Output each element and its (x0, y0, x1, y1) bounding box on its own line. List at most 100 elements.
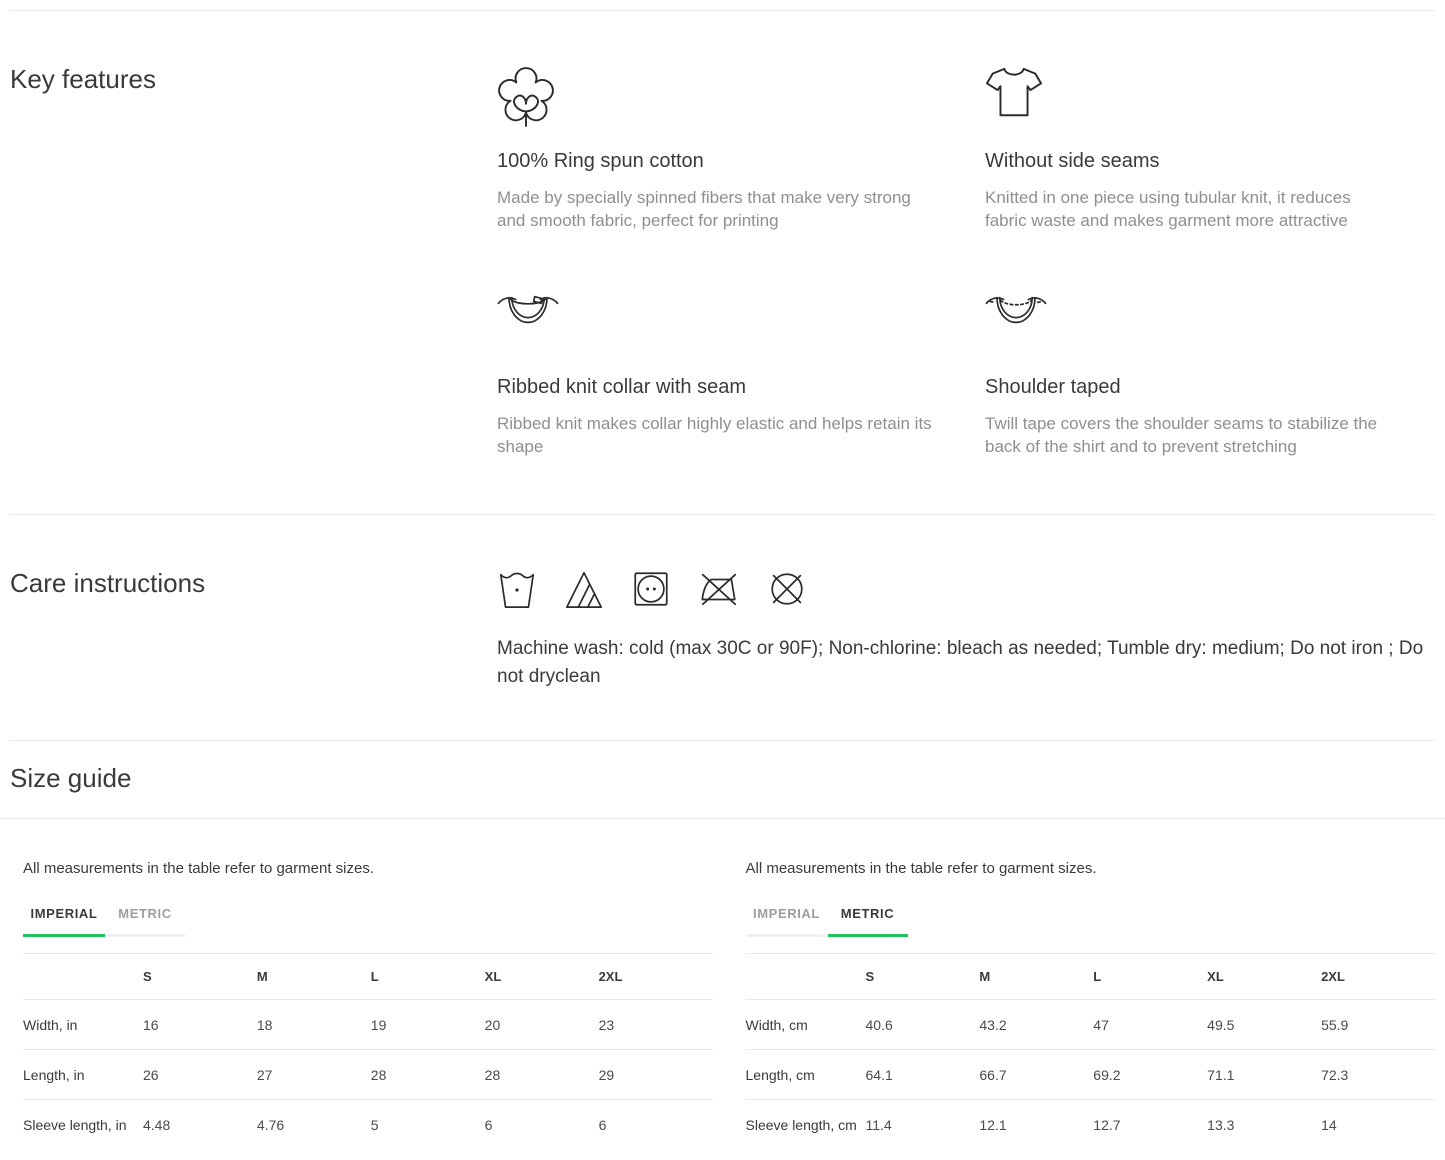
size-guide-title: Size guide (0, 741, 1445, 818)
feature-description: Knitted in one piece using tubular knit,… (985, 186, 1393, 232)
ribbed-collar-icon (497, 290, 933, 348)
table-header-row: S M L XL 2XL (746, 954, 1436, 1000)
feature-without-side-seams: Without side seams Knitted in one piece … (985, 64, 1445, 232)
cell: 20 (485, 1000, 599, 1050)
cell: 16 (143, 1000, 257, 1050)
shoulder-tape-icon (985, 290, 1393, 348)
cell: 4.48 (143, 1100, 257, 1150)
col-header: M (257, 954, 371, 1000)
care-instructions-content: Machine wash: cold (max 30C or 90F); Non… (497, 568, 1445, 691)
care-instructions-text: Machine wash: cold (max 30C or 90F); Non… (497, 635, 1445, 691)
col-header (746, 954, 866, 1000)
key-features-section: Key features 100% Ring spun cotton Made … (0, 11, 1445, 458)
cell: 26 (143, 1050, 257, 1100)
measurements-note: All measurements in the table refer to g… (746, 860, 1436, 877)
feature-ring-spun-cotton: 100% Ring spun cotton Made by specially … (497, 64, 985, 232)
col-header: M (979, 954, 1093, 1000)
feature-title: Ribbed knit collar with seam (497, 376, 933, 399)
row-label: Sleeve length, in (23, 1100, 143, 1150)
row-label: Width, in (23, 1000, 143, 1050)
care-icons-row (497, 568, 1445, 610)
cell: 12.7 (1093, 1100, 1207, 1150)
key-features-grid: 100% Ring spun cotton Made by specially … (497, 64, 1445, 458)
cell: 12.1 (979, 1100, 1093, 1150)
table-row: Length, in 26 27 28 28 29 (23, 1050, 713, 1100)
cell: 55.9 (1321, 1000, 1435, 1050)
col-header: S (866, 954, 980, 1000)
row-label: Width, cm (746, 1000, 866, 1050)
cell: 14 (1321, 1100, 1435, 1150)
col-header: L (1093, 954, 1207, 1000)
cell: 6 (485, 1100, 599, 1150)
product-details-page: Key features 100% Ring spun cotton Made … (0, 0, 1445, 1160)
tab-metric[interactable]: METRIC (828, 906, 908, 937)
col-header (23, 954, 143, 1000)
unit-tabs: IMPERIAL METRIC (23, 906, 713, 937)
feature-description: Ribbed knit makes collar highly elastic … (497, 412, 933, 458)
row-label: Length, in (23, 1050, 143, 1100)
cotton-icon (497, 64, 933, 122)
cell: 23 (599, 1000, 713, 1050)
measurements-note: All measurements in the table refer to g… (23, 860, 713, 877)
cell: 11.4 (866, 1100, 980, 1150)
cell: 5 (371, 1100, 485, 1150)
cell: 6 (599, 1100, 713, 1150)
table-row: Width, in 16 18 19 20 23 (23, 1000, 713, 1050)
col-header: 2XL (599, 954, 713, 1000)
cell: 28 (371, 1050, 485, 1100)
cell: 47 (1093, 1000, 1207, 1050)
do-not-iron-icon (698, 568, 740, 615)
feature-ribbed-collar: Ribbed knit collar with seam Ribbed knit… (497, 290, 985, 458)
table-row: Sleeve length, cm 11.4 12.1 12.7 13.3 14 (746, 1100, 1436, 1150)
feature-title: Without side seams (985, 150, 1393, 173)
cell: 69.2 (1093, 1050, 1207, 1100)
feature-title: 100% Ring spun cotton (497, 150, 933, 173)
care-instructions-section: Care instructions (0, 515, 1445, 691)
table-header-row: S M L XL 2XL (23, 954, 713, 1000)
care-instructions-title: Care instructions (0, 568, 497, 691)
table-row: Sleeve length, in 4.48 4.76 5 6 6 (23, 1100, 713, 1150)
row-label: Length, cm (746, 1050, 866, 1100)
cell: 29 (599, 1050, 713, 1100)
cell: 4.76 (257, 1100, 371, 1150)
cell: 49.5 (1207, 1000, 1321, 1050)
imperial-size-table: S M L XL 2XL Width, in 16 18 19 20 23 (23, 953, 713, 1150)
cell: 40.6 (866, 1000, 980, 1050)
col-header: 2XL (1321, 954, 1435, 1000)
feature-description: Twill tape covers the shoulder seams to … (985, 412, 1393, 458)
non-chlorine-bleach-icon (564, 568, 604, 615)
tumble-dry-icon (631, 568, 671, 615)
do-not-dryclean-icon (767, 568, 807, 615)
metric-table-panel: All measurements in the table refer to g… (723, 819, 1445, 1150)
table-row: Width, cm 40.6 43.2 47 49.5 55.9 (746, 1000, 1436, 1050)
cell: 43.2 (979, 1000, 1093, 1050)
cell: 28 (485, 1050, 599, 1100)
unit-tabs: IMPERIAL METRIC (746, 906, 1436, 937)
size-guide-tables: All measurements in the table refer to g… (0, 819, 1445, 1150)
feature-description: Made by specially spinned fibers that ma… (497, 186, 933, 232)
tab-metric[interactable]: METRIC (105, 906, 185, 937)
cell: 27 (257, 1050, 371, 1100)
col-header: XL (485, 954, 599, 1000)
col-header: XL (1207, 954, 1321, 1000)
feature-shoulder-taped: Shoulder taped Twill tape covers the sho… (985, 290, 1445, 458)
cell: 71.1 (1207, 1050, 1321, 1100)
cell: 64.1 (866, 1050, 980, 1100)
tshirt-icon (985, 64, 1393, 122)
col-header: L (371, 954, 485, 1000)
machine-wash-icon (497, 568, 537, 615)
imperial-table-panel: All measurements in the table refer to g… (0, 819, 723, 1150)
col-header: S (143, 954, 257, 1000)
cell: 72.3 (1321, 1050, 1435, 1100)
cell: 13.3 (1207, 1100, 1321, 1150)
cell: 19 (371, 1000, 485, 1050)
row-label: Sleeve length, cm (746, 1100, 866, 1150)
feature-title: Shoulder taped (985, 376, 1393, 399)
cell: 18 (257, 1000, 371, 1050)
key-features-title: Key features (0, 64, 497, 458)
cell: 66.7 (979, 1050, 1093, 1100)
metric-size-table: S M L XL 2XL Width, cm 40.6 43.2 47 49.5 (746, 953, 1436, 1150)
tab-imperial[interactable]: IMPERIAL (746, 906, 828, 937)
tab-imperial[interactable]: IMPERIAL (23, 906, 105, 937)
table-row: Length, cm 64.1 66.7 69.2 71.1 72.3 (746, 1050, 1436, 1100)
